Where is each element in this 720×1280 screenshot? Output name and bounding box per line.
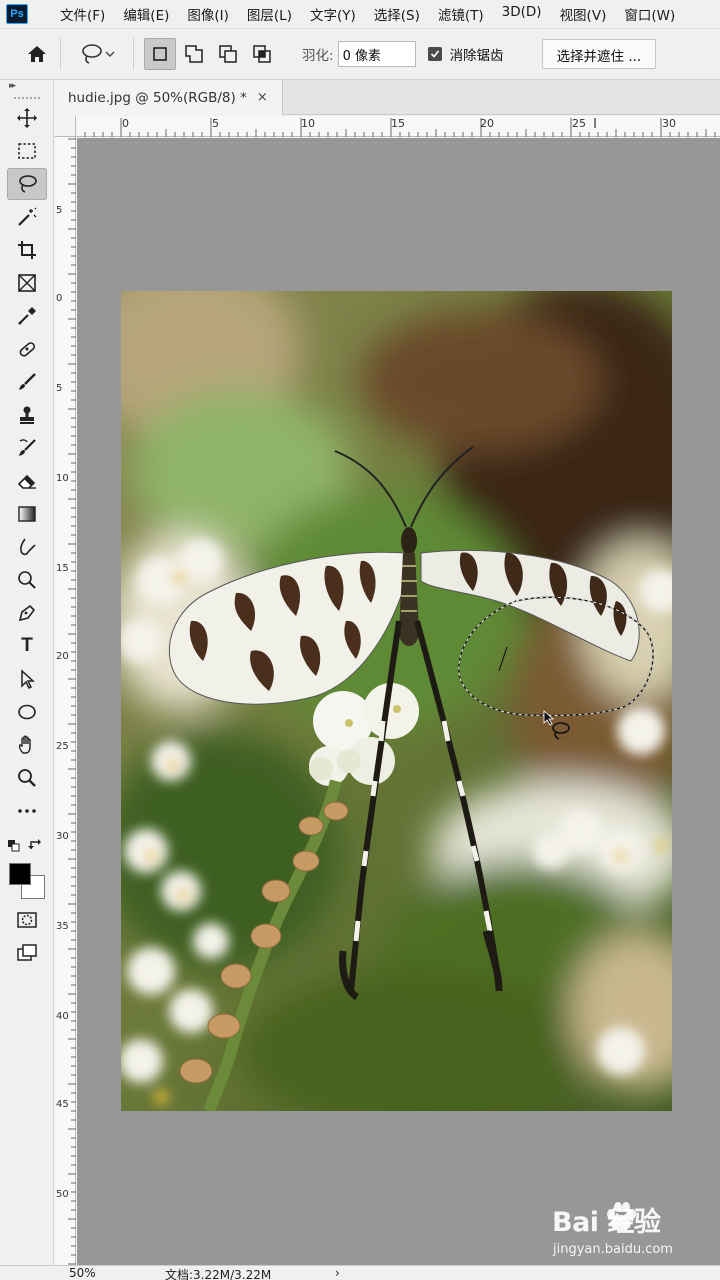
menu-bar: Ps 文件(F) 编辑(E) 图像(I) 图层(L) 文字(Y) 选择(S) 滤… [0, 0, 720, 28]
more-tools-icon[interactable] [7, 795, 47, 827]
dodge-icon[interactable] [7, 564, 47, 596]
paw-icon [607, 1202, 636, 1230]
screen-mode-icon[interactable] [7, 937, 47, 969]
ruler-v-label: 50 [56, 1189, 69, 1200]
menu-type[interactable]: 文字(Y) [310, 4, 356, 24]
magic-wand-icon[interactable] [7, 201, 47, 233]
new-selection-icon[interactable] [144, 38, 176, 70]
crop-icon[interactable] [7, 234, 47, 266]
ruler-v-label: 0 [56, 293, 62, 304]
feather-input[interactable]: 0 像素 [337, 41, 416, 67]
swap-colors-icon[interactable] [28, 838, 42, 852]
document-image[interactable] [121, 291, 672, 1111]
menu-filter[interactable]: 滤镜(T) [438, 4, 484, 24]
ruler-h-label: 5 [212, 117, 219, 130]
type-icon[interactable]: T [7, 630, 47, 662]
document-size: 文档:3.22M/3.22M [165, 1268, 272, 1280]
chevron-down-icon [105, 51, 115, 57]
document-tab[interactable]: hudie.jpg @ 50%(RGB/8) * × [55, 80, 283, 115]
ruler-v-label: 45 [56, 1099, 69, 1110]
hand-icon[interactable] [7, 729, 47, 761]
ruler-v-label: 40 [56, 1011, 69, 1022]
panel-collapse-icon[interactable]: ▸▸ [0, 80, 53, 102]
antialias-label: 消除锯齿 [449, 48, 504, 64]
close-icon[interactable]: × [257, 90, 268, 105]
document-tabs: hudie.jpg @ 50%(RGB/8) * × [55, 80, 720, 115]
document-tab-label: hudie.jpg @ 50%(RGB/8) * [68, 89, 247, 106]
zoom-icon[interactable] [7, 762, 47, 794]
ruler-v-label: 25 [56, 741, 69, 752]
menu-file[interactable]: 文件(F) [60, 4, 105, 24]
watermark-url: jingyan.baidu.com [553, 1242, 673, 1257]
default-colors-icon[interactable] [8, 840, 20, 852]
clone-stamp-icon[interactable] [7, 399, 47, 431]
color-swatches [0, 828, 54, 899]
path-selection-icon[interactable] [7, 663, 47, 695]
tools-panel: ▸▸ T [0, 80, 54, 1265]
options-divider [133, 38, 134, 70]
pen-icon[interactable] [7, 597, 47, 629]
ruler-v-label: 15 [56, 563, 69, 574]
menu-layer[interactable]: 图层(L) [247, 4, 292, 24]
ruler-h-label: 30 [662, 117, 676, 130]
menu-edit[interactable]: 编辑(E) [123, 4, 169, 24]
tool-preset-picker[interactable] [79, 39, 123, 69]
foreground-color-swatch[interactable] [9, 863, 31, 885]
gradient-icon[interactable] [7, 498, 47, 530]
select-and-mask-button[interactable]: 选择并遮住 ... [541, 39, 657, 69]
status-bar: 50% 文档:3.22M/3.22M › [0, 1265, 720, 1280]
checkmark-icon [430, 50, 439, 58]
marquee-icon[interactable] [7, 135, 47, 167]
ruler-h-label: 25 [572, 117, 586, 130]
zoom-level[interactable]: 50% [69, 1266, 96, 1280]
ruler-v-label: 5 [56, 383, 62, 394]
home-icon[interactable] [24, 41, 50, 67]
menu-3d[interactable]: 3D(D) [502, 4, 542, 24]
antialias-checkbox[interactable] [427, 47, 442, 61]
ruler-origin[interactable] [55, 116, 76, 137]
healing-brush-icon[interactable] [7, 333, 47, 365]
move-icon[interactable] [7, 102, 47, 134]
vertical-ruler[interactable]: 5 0 5 10 15 20 25 30 35 40 45 50 [55, 137, 76, 1265]
ruler-v-label: 5 [56, 205, 62, 216]
type-tool-glyph: T [21, 635, 33, 656]
ruler-h-label: 0 [122, 117, 129, 130]
baidu-watermark: Bai 经验 jingyan.baidu.com [552, 1200, 712, 1266]
subtract-from-selection-icon[interactable] [212, 38, 244, 70]
ruler-v-label: 30 [56, 831, 69, 842]
menu-image[interactable]: 图像(I) [187, 4, 229, 24]
status-menu-arrow[interactable]: › [335, 1266, 340, 1280]
add-to-selection-icon[interactable] [178, 38, 210, 70]
quick-mask-icon[interactable] [7, 904, 47, 936]
ruler-v-label: 20 [56, 651, 69, 662]
eyedropper-icon[interactable] [7, 300, 47, 332]
ruler-h-label: 10 [301, 117, 315, 130]
ruler-h-label: 20 [480, 117, 494, 130]
horizontal-ruler[interactable]: 0 5 10 15 20 25 30 [76, 116, 720, 137]
brush-icon[interactable] [7, 366, 47, 398]
feather-label: 羽化: [302, 48, 334, 64]
eraser-icon[interactable] [7, 465, 47, 497]
ellipse-icon[interactable] [7, 696, 47, 728]
photoshop-logo: Ps [6, 4, 28, 24]
ruler-v-label: 10 [56, 473, 69, 484]
ruler-h-label: 15 [391, 117, 405, 130]
menu-view[interactable]: 视图(V) [560, 4, 607, 24]
menu-select[interactable]: 选择(S) [374, 4, 420, 24]
menu-window[interactable]: 窗口(W) [624, 4, 675, 24]
intersect-selection-icon[interactable] [246, 38, 278, 70]
frame-icon[interactable] [7, 267, 47, 299]
options-bar: 羽化: 0 像素 消除锯齿 选择并遮住 ... [0, 28, 720, 80]
options-divider [60, 38, 61, 70]
lasso-icon[interactable] [7, 168, 47, 200]
ruler-v-label: 35 [56, 921, 69, 932]
blur-icon[interactable] [7, 531, 47, 563]
lasso-icon [82, 44, 102, 64]
history-brush-icon[interactable] [7, 432, 47, 464]
menu-items: 文件(F) 编辑(E) 图像(I) 图层(L) 文字(Y) 选择(S) 滤镜(T… [60, 4, 693, 24]
